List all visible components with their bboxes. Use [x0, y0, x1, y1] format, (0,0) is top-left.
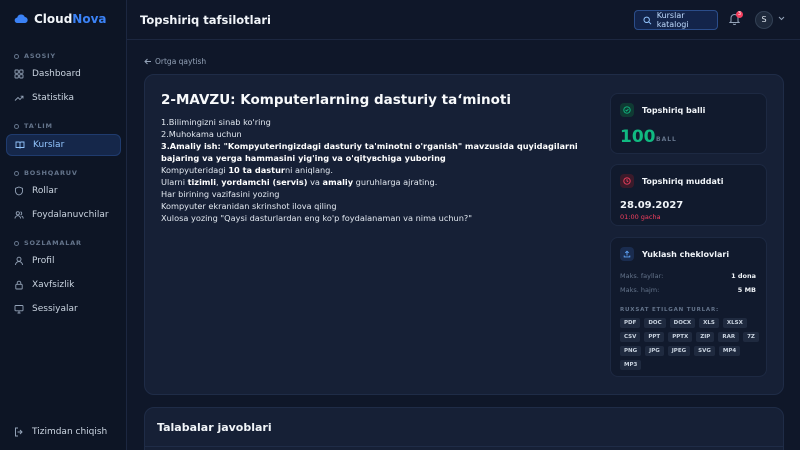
file-type-chip: MP3 [620, 360, 642, 370]
file-type-chip: PPT [644, 332, 665, 342]
sidebar-item-xavfsizlik[interactable]: Xavfsizlik [6, 274, 121, 296]
file-type-chip: PDF [620, 318, 641, 328]
topbar: Topshiriq tafsilotlari Kurslar katalogi … [127, 0, 800, 40]
section-label: SOZLAMALAR [14, 239, 82, 247]
file-type-chip: JPG [645, 346, 664, 356]
chevron-down-icon[interactable] [778, 16, 785, 21]
search-icon [643, 16, 652, 25]
user-icon [15, 256, 23, 266]
description-line: Kompyuter ekranidan skrinshot ilova qili… [161, 201, 337, 211]
sidebar-item-statistika[interactable]: Statistika [6, 87, 121, 109]
section-label: ASOSIY [14, 52, 56, 60]
sidebar-item-profil[interactable]: Profil [6, 250, 121, 272]
trend-icon [14, 95, 24, 101]
brand-name: CloudNova [34, 12, 107, 26]
file-type-chip: DOCX [669, 318, 696, 328]
score-unit: BALL [656, 136, 677, 143]
file-type-chip: XLS [699, 318, 719, 328]
book-icon [15, 141, 25, 149]
catalog-button[interactable]: Kurslar katalogi [634, 10, 718, 30]
upload-icon [620, 247, 634, 261]
description-line: Ularni tizimli, yordamchi (servis) va am… [161, 177, 438, 187]
allowed-types-label: RUXSAT ETILGAN TURLAR: [620, 307, 719, 313]
sidebar: CloudNova ASOSIY Dashboard Statistika TA'… [0, 0, 127, 450]
clock-icon [620, 174, 634, 188]
cloud-icon [14, 14, 28, 24]
grid-icon [14, 69, 24, 79]
page-title: Topshiriq tafsilotlari [140, 13, 271, 27]
file-type-chip: ZIP [696, 332, 715, 342]
notification-badge: 3 [736, 11, 743, 18]
file-type-chip: PNG [620, 346, 642, 356]
file-type-chip: JPEG [667, 346, 691, 356]
avatar[interactable]: S [755, 11, 773, 29]
file-type-chip: MP4 [718, 346, 741, 356]
monitor-icon [14, 305, 24, 314]
file-type-chip: XLSX [722, 318, 747, 328]
description-line: Har birining vazifasini yozing [161, 189, 280, 199]
file-type-chip: SVG [694, 346, 715, 356]
max-files-label: Maks. fayllar: [620, 272, 664, 280]
score-value: 100 [620, 127, 656, 147]
users-icon [14, 211, 24, 219]
task-title: 2-MAVZU: Komputerlarning dasturiy ta‘min… [161, 92, 511, 108]
sidebar-item-rollar[interactable]: Rollar [6, 180, 121, 202]
file-type-chip: PPTX [668, 332, 693, 342]
description-line: Xulosa yozing "Qaysi dasturlardan eng ko… [161, 213, 473, 223]
allowed-types-list: PDF DOC DOCX XLS XLSX CSV PPT PPTX ZIP RAR 7Z PNG JP… [620, 318, 760, 370]
file-type-chip: CSV [620, 332, 641, 342]
deadline-box: Topshiriq muddati 28.09.2027 01:00 gacha [610, 164, 767, 226]
logout-icon [15, 427, 23, 437]
max-size-value: 5 MB [737, 286, 756, 294]
file-type-chip: DOC [644, 318, 666, 328]
logo[interactable]: CloudNova [14, 12, 107, 26]
description-line: 1.Bilimingizni sinab ko'ring [161, 117, 271, 127]
deadline-date: 28.09.2027 [620, 200, 684, 211]
divider [145, 446, 783, 447]
section-label: TA'LIM [14, 122, 53, 130]
answers-title: Talabalar javoblari [157, 421, 272, 434]
upload-limits-box: Yuklash cheklovlari Maks. fayllar: 1 don… [610, 237, 767, 377]
answers-card: Talabalar javoblari [144, 407, 784, 450]
lock-icon [15, 280, 23, 290]
section-label: BOSHQARUV [14, 169, 78, 177]
sidebar-item-dashboard[interactable]: Dashboard [6, 63, 121, 85]
arrow-left-icon [144, 58, 151, 65]
upload-title: Yuklash cheklovlari [642, 250, 730, 259]
deadline-time: 01:00 gacha [620, 213, 661, 221]
deadline-title: Topshiriq muddati [642, 177, 724, 186]
file-type-chip: RAR [718, 332, 740, 342]
shield-icon [15, 186, 23, 196]
max-size-label: Maks. hajm: [620, 286, 660, 294]
task-card: 2-MAVZU: Komputerlarning dasturiy ta‘min… [144, 74, 784, 395]
sidebar-item-foydalanuvchilar[interactable]: Foydalanuvchilar [6, 204, 121, 226]
description-line: 2.Muhokama uchun [161, 129, 242, 139]
task-description: 1.Bilimingizni sinab ko'ring 2.Muhokama u… [161, 116, 581, 224]
score-title: Topshiriq balli [642, 106, 706, 115]
description-line: Kompyuteridagi 10 ta dasturni aniqlang. [161, 165, 333, 175]
description-line: 3.Amaliy ish: "Kompyuteringizdagi dastur… [161, 141, 578, 163]
max-files-value: 1 dona [731, 272, 756, 280]
sidebar-item-sessiyalar[interactable]: Sessiyalar [6, 298, 121, 320]
logout-button[interactable]: Tizimdan chiqish [14, 427, 107, 437]
sidebar-item-kurslar[interactable]: Kurslar [6, 134, 121, 156]
score-box: Topshiriq balli 100 BALL [610, 93, 767, 154]
check-circle-icon [620, 103, 634, 117]
file-type-chip: 7Z [743, 332, 759, 342]
back-link[interactable]: Ortga qaytish [144, 57, 206, 66]
